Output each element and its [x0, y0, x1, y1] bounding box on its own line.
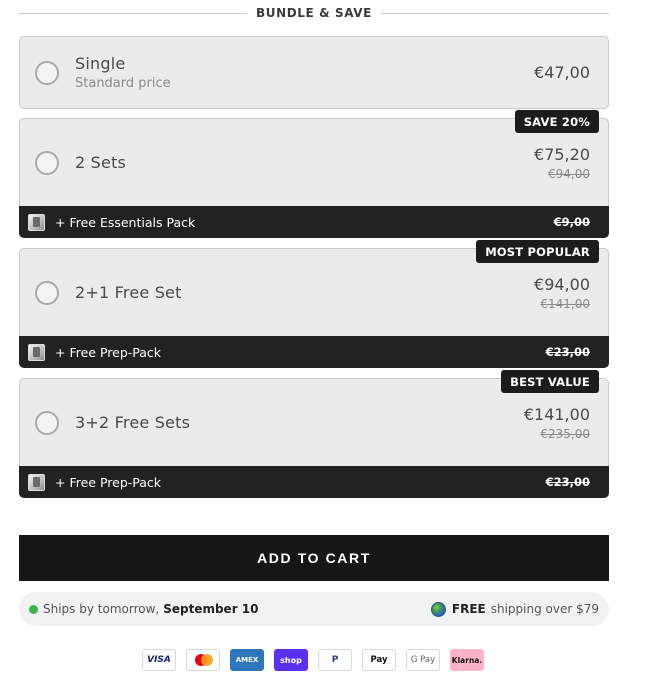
- globe-icon: [430, 601, 446, 617]
- divider-right: [380, 12, 609, 14]
- option-compare-price: €235,00: [540, 426, 590, 441]
- free-shipping-text: shipping over $79: [490, 602, 599, 616]
- option-label: 3+2 Free Sets: [75, 413, 191, 432]
- shop-pay-icon: shop: [274, 649, 308, 671]
- gift-thumbnail-icon: [28, 473, 45, 491]
- bundle-option-3-plus-2[interactable]: BEST VALUE 3+2 Free Sets €141,00 €235,00…: [19, 370, 609, 498]
- bundle-option-2-plus-1[interactable]: MOST POPULAR 2+1 Free Set €94,00 €141,00…: [19, 240, 609, 368]
- gift-thumbnail-icon: [28, 343, 45, 361]
- gift-value: €23,00: [545, 475, 590, 489]
- free-label: FREE: [451, 602, 486, 616]
- bundle-option-single[interactable]: Single Standard price €47,00: [19, 36, 609, 109]
- green-status-dot-icon: [29, 604, 38, 614]
- mastercard-icon: [186, 649, 220, 671]
- paypal-icon: P: [318, 649, 352, 671]
- free-gift-bar: + Free Prep-Pack €23,00: [19, 336, 609, 368]
- bundle-title: BUNDLE & SAVE: [256, 6, 372, 20]
- bundle-header: BUNDLE & SAVE: [19, 4, 609, 22]
- option-price: €75,20: [534, 144, 590, 164]
- option-price: €47,00: [534, 63, 590, 82]
- radio-button[interactable]: [35, 410, 59, 435]
- add-to-cart-button[interactable]: ADD TO CART: [19, 535, 609, 581]
- free-gift-bar: + Free Prep-Pack €23,00: [19, 466, 609, 498]
- option-label: 2 Sets: [75, 153, 127, 172]
- gift-text: + Free Prep-Pack: [55, 474, 162, 490]
- option-label: Single: [75, 54, 126, 73]
- radio-button[interactable]: [35, 280, 59, 305]
- option-sublabel: Standard price: [75, 76, 171, 91]
- amex-icon: AMEX: [230, 649, 264, 671]
- gift-text: + Free Prep-Pack: [55, 344, 162, 360]
- option-compare-price: €141,00: [540, 296, 590, 311]
- apple-pay-icon: Pay: [362, 649, 396, 671]
- option-price: €141,00: [523, 404, 590, 424]
- visa-icon: VISA: [142, 649, 176, 671]
- option-price: €94,00: [534, 274, 590, 294]
- option-compare-price: €94,00: [548, 166, 590, 181]
- payment-methods: VISA AMEX shop P Pay G Pay Klarna.: [142, 649, 484, 673]
- bundle-option-2-sets[interactable]: SAVE 20% 2 Sets €75,20 €94,00 + Free Ess…: [19, 110, 609, 238]
- ships-by-text: Ships by tomorrow,: [43, 602, 160, 616]
- divider-left: [19, 12, 248, 14]
- gift-value: €23,00: [545, 345, 590, 359]
- google-pay-icon: G Pay: [406, 649, 440, 671]
- free-gift-bar: + Free Essentials Pack €9,00: [19, 206, 609, 238]
- ship-date: September 10: [163, 602, 259, 616]
- gift-thumbnail-icon: [28, 213, 45, 231]
- klarna-icon: Klarna.: [450, 649, 484, 671]
- gift-text: + Free Essentials Pack: [55, 214, 196, 230]
- radio-button[interactable]: [35, 150, 59, 175]
- gift-value: €9,00: [553, 215, 590, 229]
- radio-button[interactable]: [35, 60, 59, 85]
- option-label: 2+1 Free Set: [75, 283, 182, 302]
- shipping-info-bar: Ships by tomorrow, September 10 FREE shi…: [19, 592, 609, 626]
